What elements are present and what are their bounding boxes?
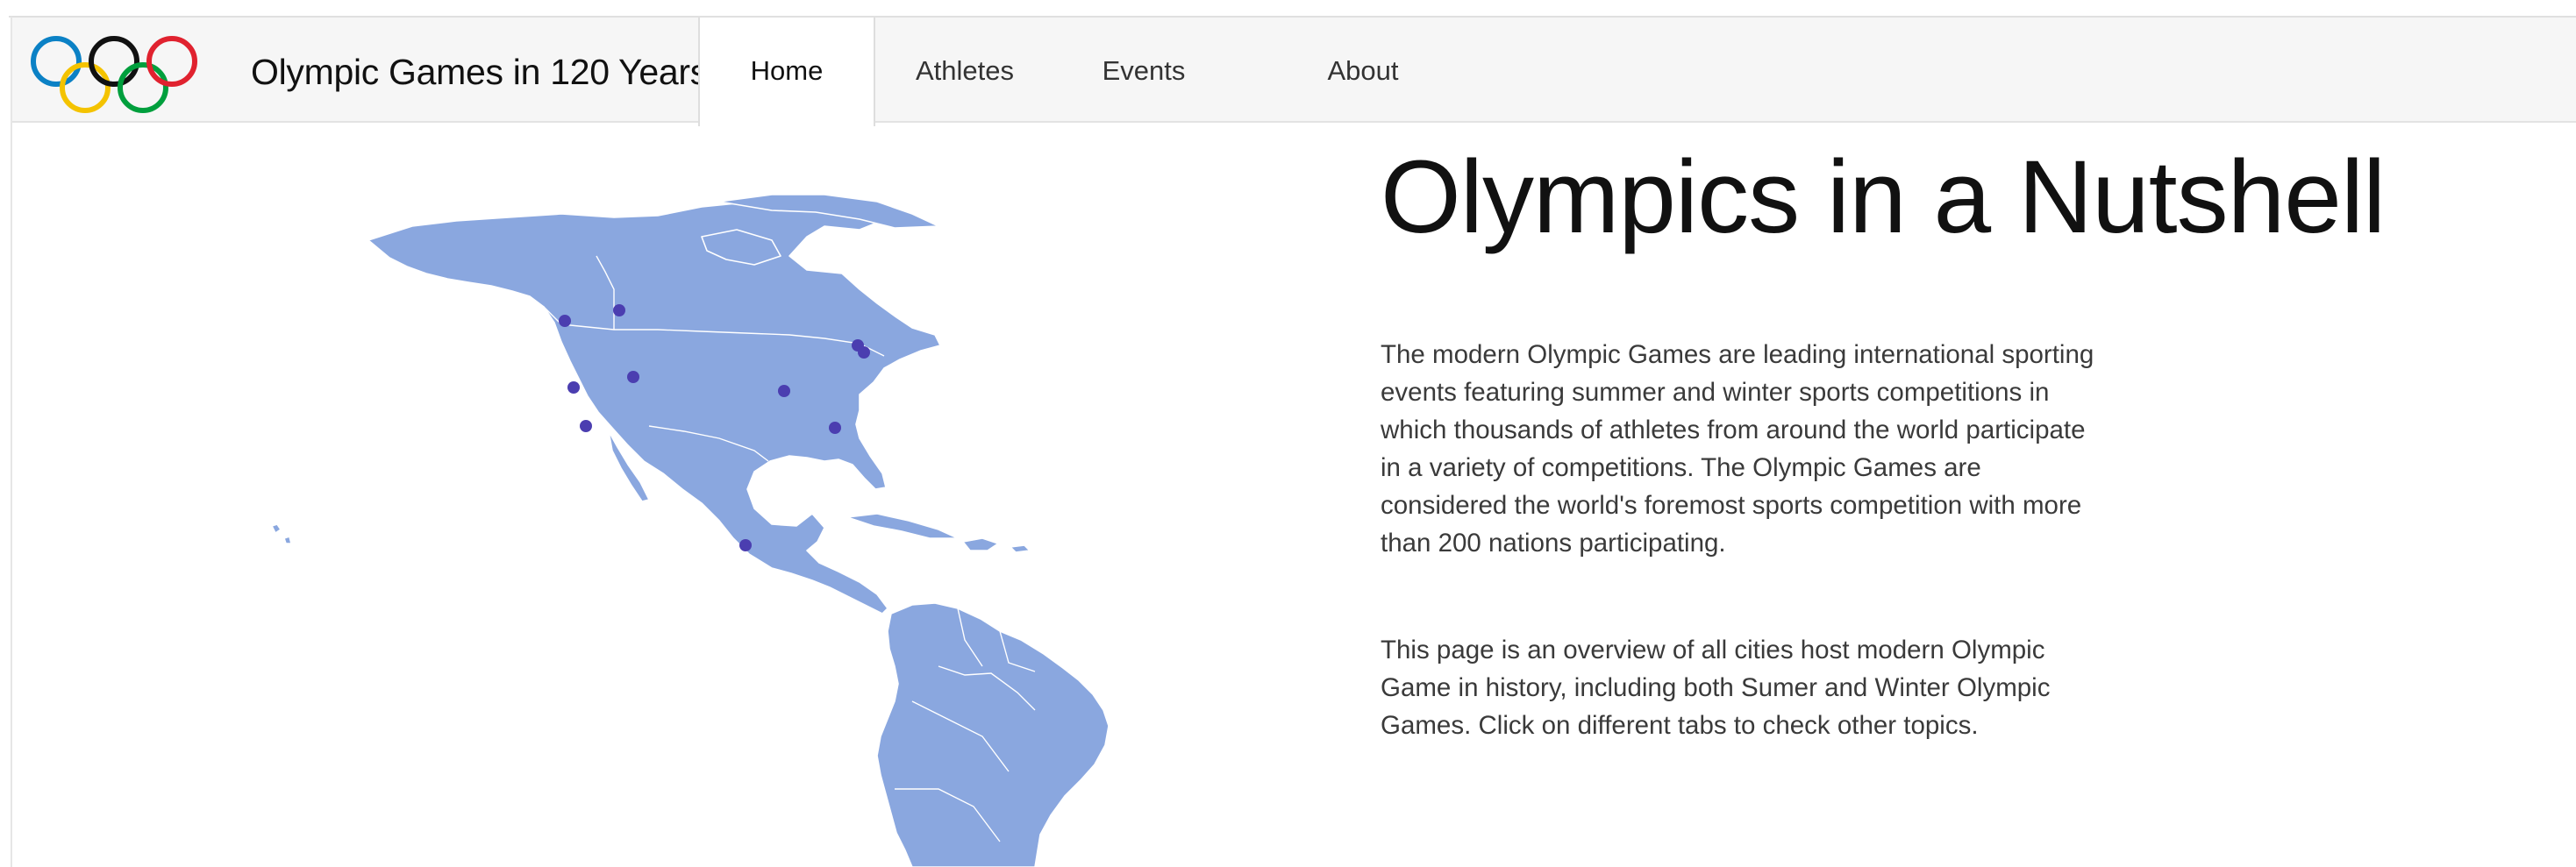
tab-home[interactable]: Home (698, 18, 875, 126)
cuba (846, 513, 959, 539)
brand-title[interactable]: Olympic Games in 120 Years (251, 51, 708, 93)
page-title: Olympics in a Nutshell (1381, 139, 2386, 255)
tab-about[interactable]: About (1233, 18, 1493, 124)
ring-blue (31, 36, 82, 87)
tab-events[interactable]: Events (1054, 18, 1233, 124)
north-america (367, 201, 941, 615)
city-marker (778, 385, 790, 397)
city-marker (580, 420, 592, 432)
south-america (876, 602, 1110, 867)
puerto-rico (1010, 544, 1031, 553)
ring-green (118, 62, 168, 113)
city-marker (627, 371, 639, 383)
city-marker (567, 381, 580, 394)
city-marker (739, 539, 752, 551)
page-left-border (11, 17, 12, 867)
city-marker (829, 422, 841, 434)
top-navbar: Olympic Games in 120 Years Home Athletes… (12, 18, 2576, 126)
host-cities-map[interactable] (246, 175, 1175, 867)
intro-paragraph: The modern Olympic Games are leading int… (1381, 340, 2094, 558)
tab-athletes[interactable]: Athletes (875, 18, 1054, 124)
window-top-edge (0, 0, 2576, 18)
overview-paragraph: This page is an overview of all cities h… (1381, 636, 2051, 740)
hawaii-2 (283, 536, 292, 544)
city-marker (559, 315, 571, 327)
ring-black (89, 36, 139, 87)
city-marker (858, 346, 870, 359)
city-marker (613, 304, 625, 316)
ring-red (146, 36, 197, 87)
ring-yellow (60, 62, 111, 113)
olympic-rings-icon[interactable] (28, 32, 200, 119)
hispaniola (962, 537, 999, 551)
hawaii (271, 523, 282, 534)
land-masses (271, 194, 1110, 867)
